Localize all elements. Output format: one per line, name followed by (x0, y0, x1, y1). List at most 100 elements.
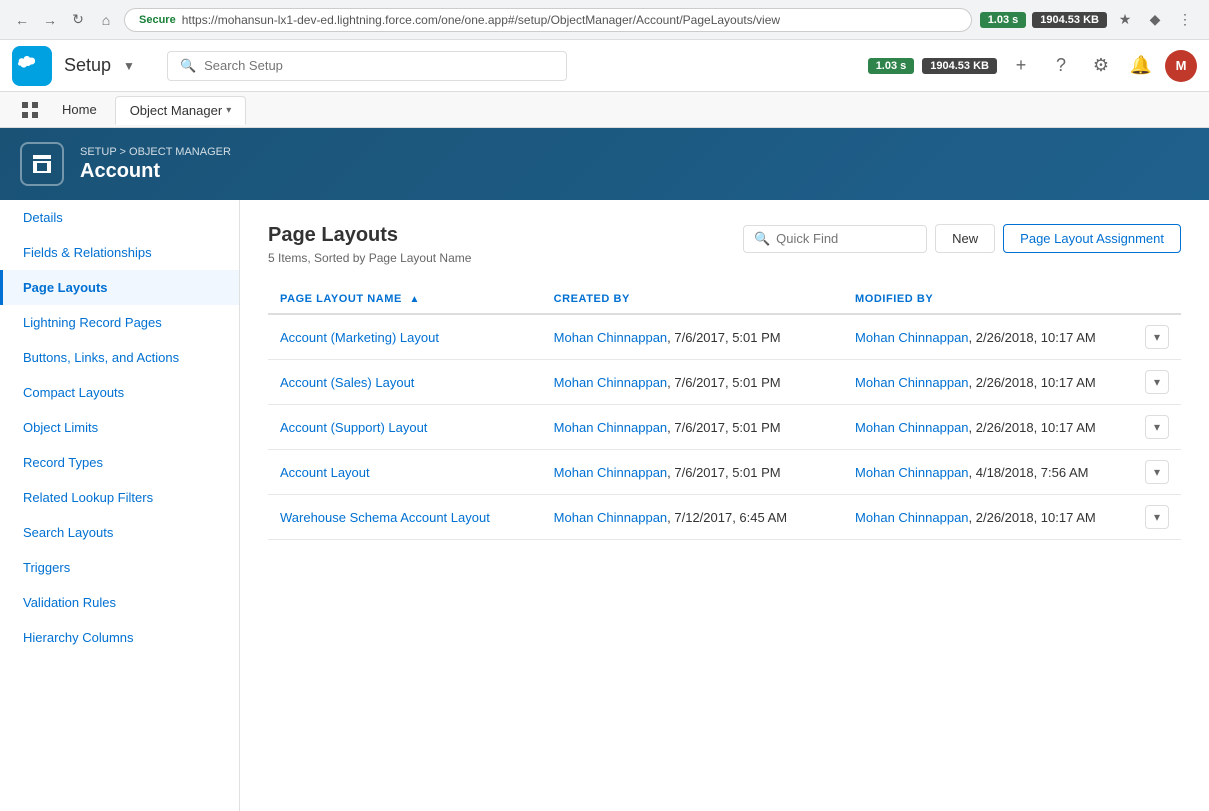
address-bar[interactable]: Secure https://mohansun-lx1-dev-ed.light… (124, 8, 972, 32)
browser-actions: 1.03 s 1904.53 KB ★ ◆ ⋮ (980, 8, 1197, 32)
col-name-label: PAGE LAYOUT NAME (280, 293, 402, 305)
page-title: Page Layouts (268, 224, 471, 247)
cell-created-by: Mohan Chinnappan, 7/12/2017, 6:45 AM (542, 495, 843, 540)
created-by-user[interactable]: Mohan Chinnappan (554, 330, 667, 345)
new-button[interactable]: New (935, 224, 995, 253)
forward-button[interactable]: → (40, 10, 60, 30)
sidebar-item-record-types[interactable]: Record Types (0, 445, 239, 480)
layout-name-link[interactable]: Account (Marketing) Layout (280, 330, 439, 345)
sort-asc-icon: ▲ (409, 294, 419, 305)
quick-find-bar[interactable]: 🔍 (743, 225, 927, 253)
menu-icon[interactable]: ⋮ (1173, 8, 1197, 32)
cell-modified-by: Mohan Chinnappan, 4/18/2018, 7:56 AM ▾ (843, 450, 1181, 494)
object-header: SETUP > OBJECT MANAGER Account (0, 128, 1209, 200)
object-icon (20, 142, 64, 186)
col-name[interactable]: PAGE LAYOUT NAME ▲ (268, 285, 542, 314)
layout-name-link[interactable]: Account Layout (280, 465, 370, 480)
content-header: Page Layouts 5 Items, Sorted by Page Lay… (268, 224, 1181, 265)
sidebar-item-hierarchy-columns[interactable]: Hierarchy Columns (0, 620, 239, 655)
help-icon[interactable]: ? (1045, 50, 1077, 82)
row-action-button[interactable]: ▾ (1145, 415, 1169, 439)
browser-chrome: ← → ↻ ⌂ Secure https://mohansun-lx1-dev-… (0, 0, 1209, 40)
modified-by-user[interactable]: Mohan Chinnappan (855, 375, 968, 390)
cell-layout-name: Account (Sales) Layout (268, 360, 542, 405)
row-action-button[interactable]: ▾ (1145, 460, 1169, 484)
quick-find-input[interactable] (776, 231, 916, 246)
main-container: Details Fields & Relationships Page Layo… (0, 200, 1209, 811)
modified-by-user[interactable]: Mohan Chinnappan (855, 420, 968, 435)
sidebar-item-details[interactable]: Details (0, 200, 239, 235)
salesforce-logo[interactable] (12, 46, 52, 86)
modified-date: , 2/26/2018, 10:17 AM (969, 510, 1096, 525)
notifications-icon[interactable]: 🔔 (1125, 50, 1157, 82)
sidebar-item-related-lookup-filters[interactable]: Related Lookup Filters (0, 480, 239, 515)
col-modified-by[interactable]: MODIFIED BY (843, 285, 1181, 314)
reload-button[interactable]: ↻ (68, 10, 88, 30)
sidebar-item-validation-rules[interactable]: Validation Rules (0, 585, 239, 620)
bookmark-icon[interactable]: ★ (1113, 8, 1137, 32)
cell-modified-by: Mohan Chinnappan, 2/26/2018, 10:17 AM▾ (843, 405, 1181, 449)
sidebar-item-triggers[interactable]: Triggers (0, 550, 239, 585)
app-name[interactable]: Setup (64, 55, 111, 76)
sidebar-item-search-layouts[interactable]: Search Layouts (0, 515, 239, 550)
page-layouts-table: PAGE LAYOUT NAME ▲ CREATED BY MODIFIED B… (268, 285, 1181, 540)
table-header-row: PAGE LAYOUT NAME ▲ CREATED BY MODIFIED B… (268, 285, 1181, 314)
sidebar: Details Fields & Relationships Page Layo… (0, 200, 240, 811)
modified-date: , 2/26/2018, 10:17 AM (969, 375, 1096, 390)
modified-date: , 4/18/2018, 7:56 AM (969, 465, 1089, 480)
created-by-user[interactable]: Mohan Chinnappan (554, 420, 667, 435)
header-perf-badge: 1.03 s (868, 58, 915, 74)
cell-modified-by: Mohan Chinnappan, 2/26/2018, 10:17 AM ▾ (843, 495, 1181, 539)
sidebar-item-compact-layouts[interactable]: Compact Layouts (0, 375, 239, 410)
cell-layout-name: Account Layout (268, 450, 542, 495)
nav-object-manager-chevron: ▾ (226, 105, 231, 116)
row-action-button[interactable]: ▾ (1145, 505, 1169, 529)
nav-home[interactable]: Home (48, 96, 111, 123)
layout-name-link[interactable]: Account (Sales) Layout (280, 375, 414, 390)
sidebar-item-object-limits[interactable]: Object Limits (0, 410, 239, 445)
extensions-icon[interactable]: ◆ (1143, 8, 1167, 32)
table-row: Account LayoutMohan Chinnappan, 7/6/2017… (268, 450, 1181, 495)
sidebar-item-lightning-record-pages[interactable]: Lightning Record Pages (0, 305, 239, 340)
page-layout-assignment-button[interactable]: Page Layout Assignment (1003, 224, 1181, 253)
modified-by-user[interactable]: Mohan Chinnappan (855, 510, 968, 525)
modified-by-user[interactable]: Mohan Chinnappan (855, 330, 968, 345)
cell-layout-name: Account (Support) Layout (268, 405, 542, 450)
nav-object-manager[interactable]: Object Manager ▾ (115, 96, 247, 125)
search-bar[interactable]: 🔍 (167, 51, 567, 81)
row-action-button[interactable]: ▾ (1145, 325, 1169, 349)
modified-by-user[interactable]: Mohan Chinnappan (855, 465, 968, 480)
app-chevron[interactable]: ▼ (123, 59, 135, 73)
perf-badge: 1.03 s (980, 12, 1027, 28)
avatar[interactable]: M (1165, 50, 1197, 82)
table-row: Account (Sales) LayoutMohan Chinnappan, … (268, 360, 1181, 405)
created-by-user[interactable]: Mohan Chinnappan (554, 465, 667, 480)
secure-badge: Secure (139, 14, 176, 26)
layout-name-link[interactable]: Account (Support) Layout (280, 420, 427, 435)
cell-created-by: Mohan Chinnappan, 7/6/2017, 5:01 PM (542, 405, 843, 450)
created-date: , 7/6/2017, 5:01 PM (667, 420, 780, 435)
sidebar-item-fields-relationships[interactable]: Fields & Relationships (0, 235, 239, 270)
created-by-user[interactable]: Mohan Chinnappan (554, 510, 667, 525)
created-by-user[interactable]: Mohan Chinnappan (554, 375, 667, 390)
row-action-button[interactable]: ▾ (1145, 370, 1169, 394)
content-actions: 🔍 New Page Layout Assignment (743, 224, 1181, 253)
sidebar-item-page-layouts[interactable]: Page Layouts (0, 270, 239, 305)
sidebar-item-buttons-links-actions[interactable]: Buttons, Links, and Actions (0, 340, 239, 375)
back-button[interactable]: ← (12, 10, 32, 30)
layout-name-link[interactable]: Warehouse Schema Account Layout (280, 510, 490, 525)
breadcrumb-object-manager[interactable]: OBJECT MANAGER (129, 146, 231, 158)
search-input[interactable] (204, 58, 554, 73)
grid-icon[interactable] (16, 96, 44, 124)
title-area: Page Layouts 5 Items, Sorted by Page Lay… (268, 224, 471, 265)
object-info: SETUP > OBJECT MANAGER Account (80, 146, 231, 183)
col-created-by[interactable]: CREATED BY (542, 285, 843, 314)
quick-find-search-icon: 🔍 (754, 231, 770, 247)
add-icon[interactable]: + (1005, 50, 1037, 82)
home-button[interactable]: ⌂ (96, 10, 116, 30)
content-area: Page Layouts 5 Items, Sorted by Page Lay… (240, 200, 1209, 811)
table-row: Account (Marketing) Layout Mohan Chinnapp… (268, 314, 1181, 360)
breadcrumb-setup: SETUP (80, 146, 116, 158)
settings-icon[interactable]: ⚙ (1085, 50, 1117, 82)
cell-layout-name: Warehouse Schema Account Layout (268, 495, 542, 540)
